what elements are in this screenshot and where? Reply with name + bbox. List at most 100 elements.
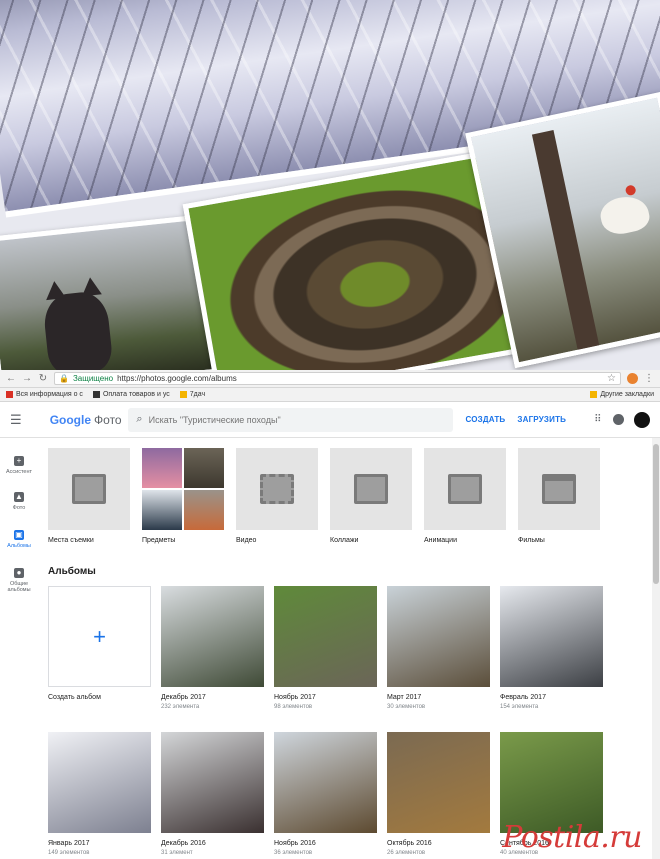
app-header: ☰ Google Фото ⌕ СОЗДАТЬ ЗАГРУЗИТЬ ⠿ — [0, 402, 660, 438]
things-photo — [184, 490, 224, 530]
album-title: Октябрь 2016 — [387, 840, 432, 847]
album-cover[interactable] — [48, 732, 151, 833]
album-cover[interactable] — [387, 732, 490, 833]
category-label: Предметы — [142, 537, 176, 544]
album-title: Декабрь 2017 — [161, 694, 206, 701]
albums-grid: + Создать альбом Декабрь 2017 232 элемент… — [48, 586, 603, 859]
folder-icon — [590, 391, 598, 398]
bookmark-item[interactable]: Вся информация о с — [6, 391, 83, 398]
album-title: Декабрь 2016 — [161, 840, 206, 847]
album-title: Ноябрь 2016 — [274, 840, 316, 847]
other-bookmarks[interactable]: Другие закладки — [590, 391, 654, 398]
search-icon[interactable]: ⌕ — [136, 413, 142, 426]
category-label: Места съемки — [48, 537, 94, 544]
album-card[interactable]: Ноябрь 2017 98 элементов — [274, 586, 377, 732]
category-things[interactable]: Предметы — [142, 448, 224, 544]
create-album-box[interactable]: + — [48, 586, 151, 687]
category-animations[interactable]: Анимации — [424, 448, 506, 544]
album-cover[interactable] — [500, 586, 603, 687]
category-label: Анимации — [424, 537, 457, 544]
search-input[interactable] — [148, 414, 429, 425]
animation-glyph — [448, 474, 482, 504]
video-glyph — [260, 474, 294, 504]
hamburger-menu-icon[interactable]: ☰ — [10, 412, 30, 428]
browser-menu-icon[interactable]: ⋮ — [644, 373, 654, 384]
back-icon[interactable]: ← — [6, 373, 16, 384]
bookmark-item[interactable]: Оплата товаров и ус — [92, 391, 170, 398]
album-card[interactable]: Февраль 2017 154 элемента — [500, 586, 603, 732]
album-card[interactable]: Январь 2017 149 элементов — [48, 732, 151, 859]
things-photo — [184, 448, 224, 488]
album-cover[interactable] — [161, 732, 264, 833]
albums-heading: Альбомы — [48, 566, 96, 577]
album-card[interactable]: Октябрь 2016 26 элементов — [387, 732, 490, 859]
album-title: Февраль 2017 — [500, 694, 546, 701]
album-cover[interactable] — [274, 732, 377, 833]
watermark-logo: Postila.ru — [502, 820, 642, 855]
bookmark-star-icon[interactable]: ☆ — [607, 373, 616, 384]
album-cover[interactable] — [274, 586, 377, 687]
album-title: Создать альбом — [48, 694, 101, 701]
album-count: 36 элементов — [274, 850, 313, 856]
avatar[interactable] — [634, 411, 651, 428]
url-text: https://photos.google.com/albums — [117, 374, 237, 383]
albums-page: Места съемки Предметы Видео Коллажи Аним… — [38, 438, 660, 859]
people-icon: ● — [14, 568, 24, 578]
folder-icon — [179, 391, 187, 398]
nav-label: Фото — [12, 505, 26, 511]
category-places[interactable]: Места съемки — [48, 448, 130, 544]
album-count: 98 элементов — [274, 704, 313, 710]
bookmark-label: 7дач — [189, 391, 206, 398]
nav-photos[interactable]: ▲ Фото — [0, 492, 38, 511]
bookmarks-bar: Вся информация о с Оплата товаров и ус 7… — [0, 388, 660, 402]
page-scrollbar[interactable] — [652, 438, 660, 859]
album-card[interactable]: Март 2017 30 элементов — [387, 586, 490, 732]
places-glyph — [72, 474, 106, 504]
album-card[interactable]: Декабрь 2016 31 элемент — [161, 732, 264, 859]
album-count: 31 элемент — [161, 850, 193, 856]
forward-icon[interactable]: → — [22, 373, 32, 384]
album-cover[interactable] — [161, 586, 264, 687]
create-button[interactable]: СОЗДАТЬ — [465, 415, 505, 424]
bookmark-item[interactable]: 7дач — [179, 391, 206, 398]
album-count: 30 элементов — [387, 704, 426, 710]
nav-label: Общие альбомы — [7, 581, 31, 593]
album-card[interactable]: Декабрь 2017 232 элемента — [161, 586, 264, 732]
notifications-icon[interactable] — [613, 414, 625, 425]
secure-label: Защищено — [72, 374, 114, 383]
nav-shared-albums[interactable]: ● Общие альбомы — [0, 568, 38, 593]
screenshot-root: ← → ↻ 🔒 Защищено https://photos.google.c… — [0, 0, 660, 859]
nav-assistant[interactable]: + Ассистент — [0, 456, 38, 475]
album-card[interactable]: Ноябрь 2016 36 элементов — [274, 732, 377, 859]
left-nav-rail: + Ассистент ▲ Фото ▣ Альбомы ● Общие альбомы — [0, 438, 38, 859]
plus-icon: + — [93, 623, 106, 649]
upload-button[interactable]: ЗАГРУЗИТЬ — [517, 415, 566, 424]
category-movies[interactable]: Фильмы — [518, 448, 600, 544]
bookmark-favicon-icon — [6, 391, 13, 398]
reload-icon[interactable]: ↻ — [38, 373, 48, 384]
nav-albums[interactable]: ▣ Альбомы — [0, 530, 38, 549]
album-cover[interactable] — [387, 586, 490, 687]
apps-grid-icon[interactable]: ⠿ — [594, 414, 601, 425]
places-icon — [48, 448, 130, 530]
bookmark-label: Оплата товаров и ус — [102, 391, 170, 398]
movie-glyph — [542, 474, 576, 504]
chicken-shape — [597, 192, 652, 238]
album-cover[interactable] — [500, 732, 603, 833]
category-collages[interactable]: Коллажи — [330, 448, 412, 544]
bookmark-favicon-icon — [92, 391, 100, 398]
animation-icon — [424, 448, 506, 530]
scrollbar-thumb[interactable] — [653, 444, 659, 584]
album-title: Ноябрь 2017 — [274, 694, 316, 701]
other-bookmarks-label: Другие закладки — [600, 391, 654, 398]
create-album-tile[interactable]: + Создать альбом — [48, 586, 151, 732]
category-video[interactable]: Видео — [236, 448, 318, 544]
nav-label: Альбомы — [7, 543, 31, 549]
category-row: Места съемки Предметы Видео Коллажи Аним… — [48, 448, 600, 544]
extension-icon[interactable] — [627, 373, 638, 384]
things-photo — [142, 448, 182, 488]
lock-icon: 🔒 — [59, 374, 69, 383]
address-bar[interactable]: 🔒 Защищено https://photos.google.com/alb… — [54, 372, 621, 385]
google-photos-logo[interactable]: Google Фото — [50, 413, 129, 427]
search-box[interactable]: ⌕ — [128, 407, 454, 432]
